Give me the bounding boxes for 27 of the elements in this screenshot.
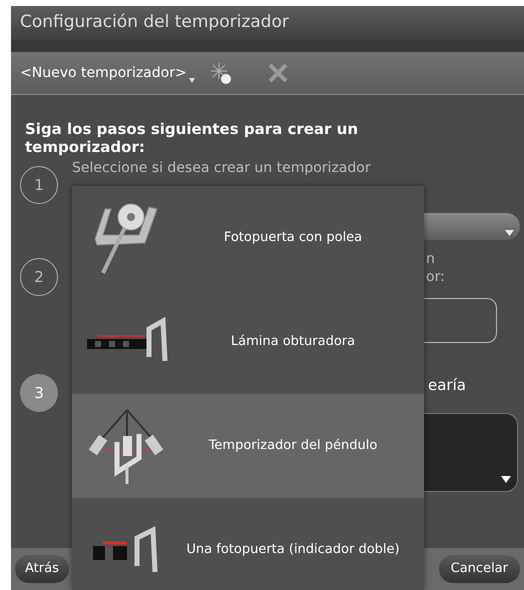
step-number: 2 bbox=[20, 258, 58, 296]
menu-item[interactable]: Una fotopuerta (indicador doble) bbox=[72, 498, 424, 590]
menu-item-label: Temporizador del péndulo bbox=[208, 437, 378, 456]
new-timer-icon[interactable] bbox=[208, 61, 233, 85]
step-text: Seleccione si desea crear un temporizador bbox=[72, 159, 372, 178]
menu-item[interactable]: Temporizador del péndulo bbox=[72, 394, 424, 498]
cancel-button[interactable]: Cancelar bbox=[438, 555, 520, 583]
menu-item[interactable]: Fotopuerta con polea bbox=[72, 186, 424, 290]
menu-item-label: Una fotopuerta (indicador doble) bbox=[186, 541, 400, 560]
dropdown-field[interactable] bbox=[424, 213, 520, 240]
timer-selector[interactable]: <Nuevo temporizador> bbox=[20, 62, 195, 84]
step-text: earía bbox=[428, 375, 466, 396]
dropdown-list[interactable] bbox=[424, 412, 518, 492]
menu-item[interactable]: Lámina obturadora bbox=[72, 290, 424, 394]
window-title: Configuración del temporizador bbox=[20, 11, 289, 34]
step-number: 3 bbox=[20, 374, 58, 412]
step-text: or: bbox=[426, 268, 445, 286]
step-number: 1 bbox=[20, 166, 58, 204]
caret-icon bbox=[505, 230, 514, 236]
instructions-text: Siga los pasos siguientes para crear un temporizador: bbox=[24, 120, 360, 156]
caret-icon bbox=[188, 78, 195, 82]
menu-item-label: Lámina obturadora bbox=[230, 333, 356, 352]
close-icon[interactable] bbox=[266, 62, 289, 84]
back-button[interactable]: Atrás bbox=[15, 555, 69, 583]
step-text: n bbox=[426, 250, 436, 268]
caret-icon bbox=[501, 476, 511, 482]
menu-item-label: Fotopuerta con polea bbox=[224, 229, 362, 248]
